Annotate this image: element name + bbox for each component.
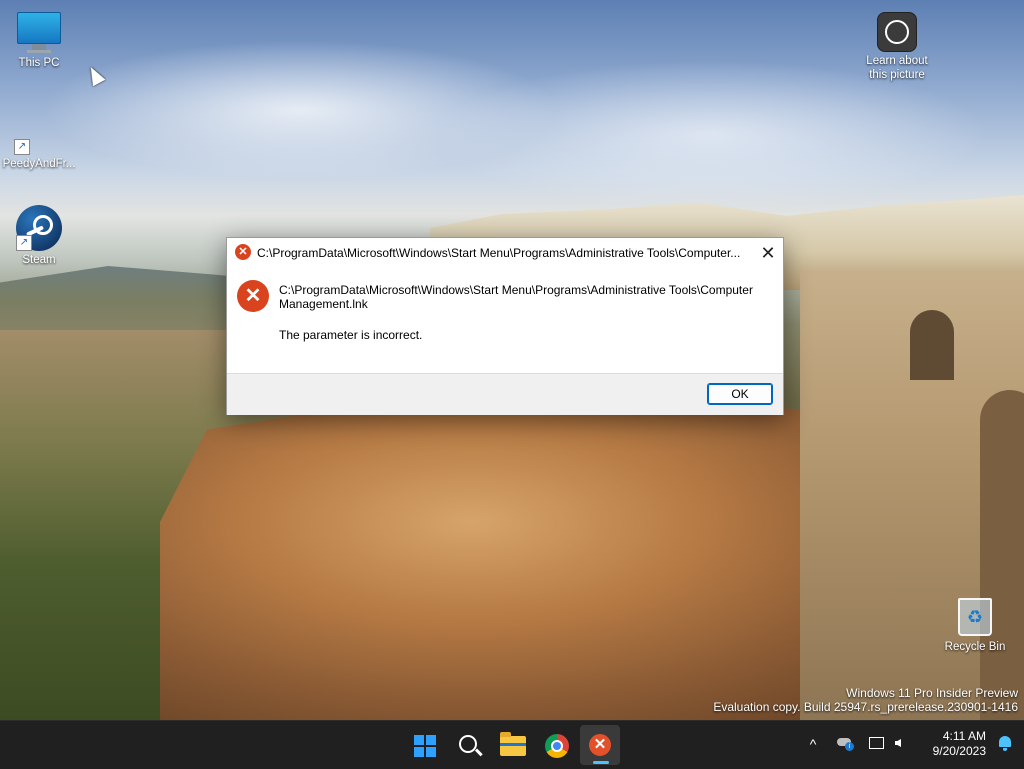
taskbar: ✕ ^ i 4:11 AM 9/20/2023 [0,720,1024,769]
ok-button[interactable]: OK [707,383,773,405]
dialog-body: ✕ C:\ProgramData\Microsoft\Windows\Start… [227,268,783,373]
dialog-titlebar[interactable]: ✕ C:\ProgramData\Microsoft\Windows\Start… [227,238,783,268]
dialog-path-text: C:\ProgramData\Microsoft\Windows\Start M… [279,283,779,311]
close-button[interactable]: ✕ [753,238,783,268]
watermark-build: Evaluation copy. Build 25947.rs_prerelea… [713,700,1018,714]
dialog-footer: OK [227,373,783,415]
desktop-icon-label: Learn about this picture [866,55,928,81]
recycle-bin-icon: ♻ [958,598,992,638]
desktop-icon-label: PeedyAndFr... [2,158,76,170]
desktop-icon-learn-about-picture[interactable]: Learn about this picture [859,12,935,82]
path-line: C:\ProgramData\Microsoft\Windows\Start M… [279,283,753,297]
network-icon [869,737,884,749]
desktop-icon-label: Steam [22,254,56,266]
desktop-icon-label: Recycle Bin [944,641,1006,653]
watermark-edition: Windows 11 Pro Insider Preview [846,686,1018,700]
pc-monitor-icon [17,12,61,54]
desktop-icon-label: This PC [18,57,60,69]
desktop-icon-this-pc[interactable]: This PC [1,12,77,70]
notifications-button[interactable] [998,736,1012,751]
wallpaper-bridge-arch [980,390,1024,720]
error-dialog[interactable]: ✕ C:\ProgramData\Microsoft\Windows\Start… [226,237,784,415]
shortcut-arrow-icon: ↗ [14,139,30,155]
wallpaper-cloud [430,60,990,210]
dialog-message: The parameter is incorrect. [279,328,423,342]
speaker-muted-icon [895,739,901,747]
error-icon: ✕ [235,244,251,260]
clock-date: 9/20/2023 [932,744,986,758]
dialog-title: C:\ProgramData\Microsoft\Windows\Start M… [257,246,741,260]
bell-icon [999,736,1011,747]
error-icon: ✕ [237,280,269,312]
info-badge-icon: i [845,742,854,751]
system-tray: ^ i 4:11 AM 9/20/2023 [0,721,1024,769]
desktop-icon-recycle-bin[interactable]: ♻ Recycle Bin [937,598,1013,654]
wallpaper-bridge-arch [910,310,954,380]
clock[interactable]: 4:11 AM 9/20/2023 [933,729,986,759]
desktop-icon-peedy[interactable]: ↗ PeedyAndFr... [1,105,77,171]
onedrive-button[interactable]: i [835,733,855,755]
path-line: Management.lnk [279,297,368,311]
network-button[interactable] [866,733,886,755]
steam-icon: ↗ [16,205,62,251]
windows-watermark: Windows 11 Pro Insider Preview Evaluatio… [713,686,1018,714]
volume-button[interactable] [892,733,912,755]
clock-time: 4:11 AM [942,729,986,743]
shortcut-arrow-icon: ↗ [16,235,32,251]
desktop-icon-steam[interactable]: ↗ Steam [1,205,77,267]
show-hidden-icons-button[interactable]: ^ [803,733,823,755]
learn-about-picture-icon [877,12,917,52]
peedy-shortcut-icon: ↗ [14,105,64,155]
